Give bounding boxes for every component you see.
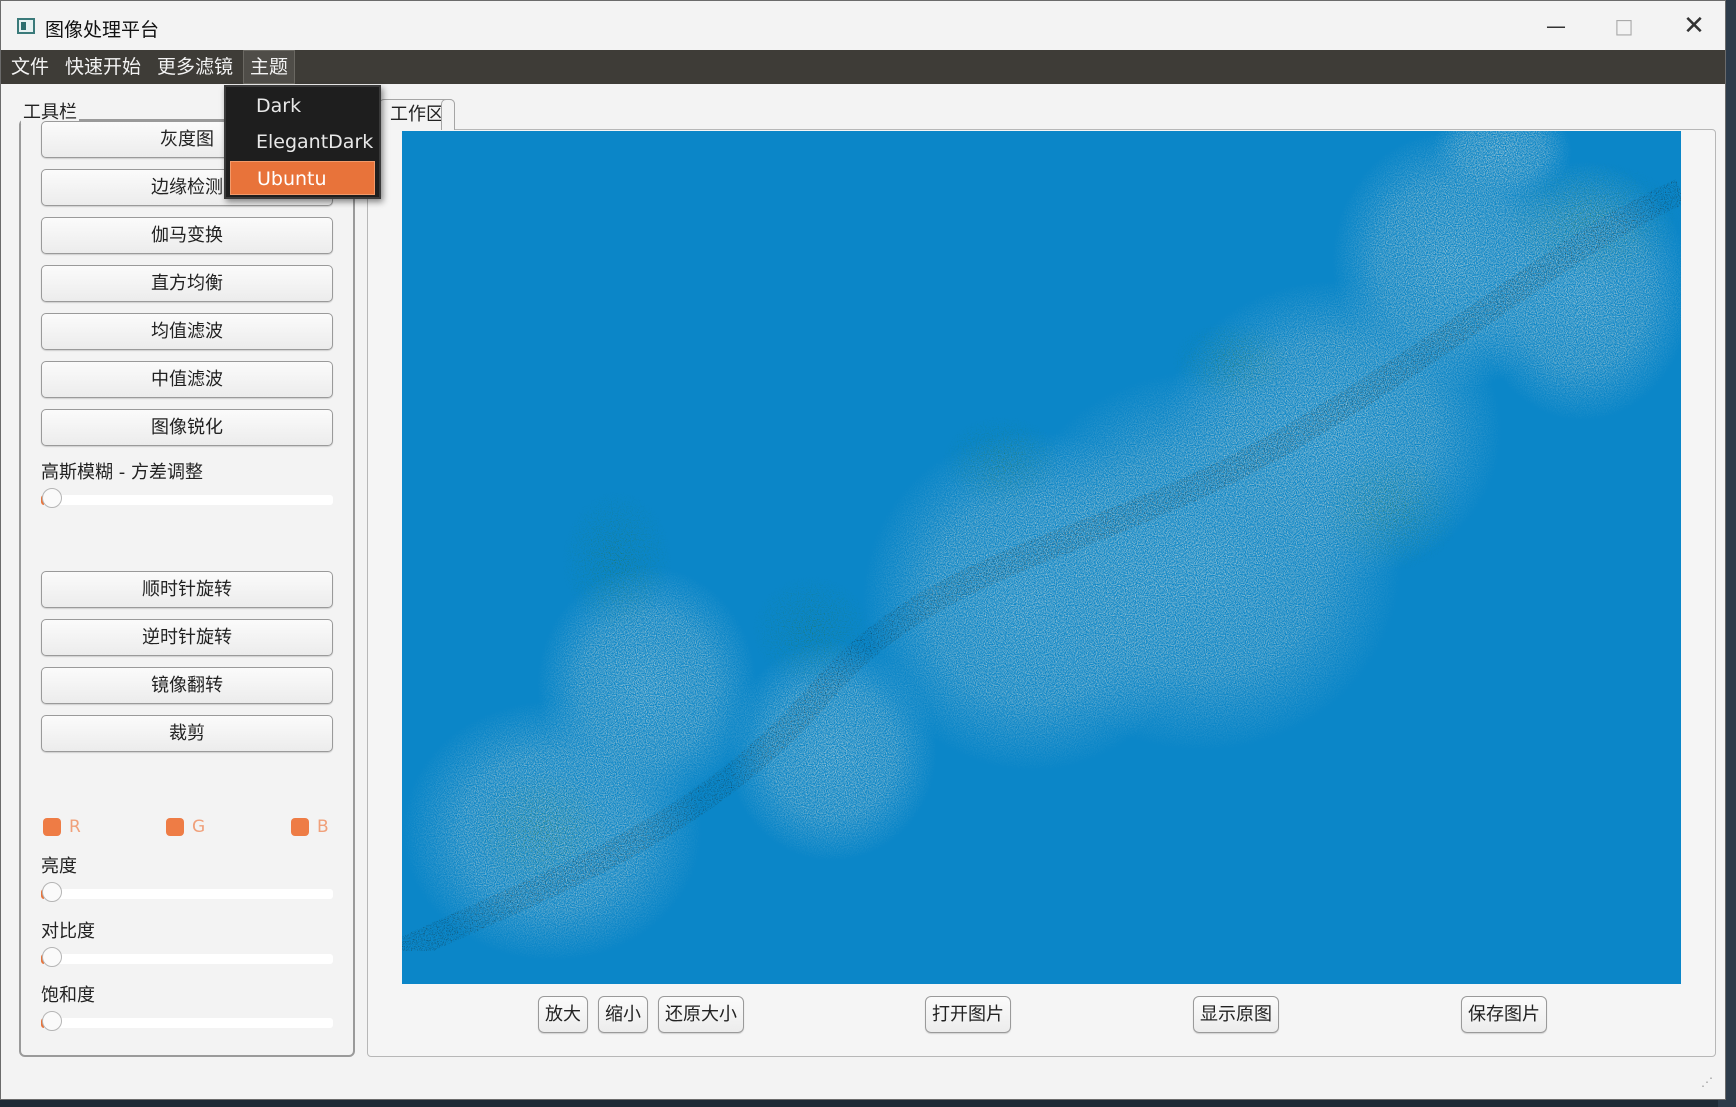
window-title: 图像处理平台: [45, 19, 160, 41]
theme-dropdown-menu: Dark ElegantDark Ubuntu: [224, 85, 381, 199]
menu-theme[interactable]: 主题: [243, 50, 296, 84]
menu-quick-start[interactable]: 快速开始: [59, 51, 147, 83]
channel-b-label: B: [317, 817, 329, 837]
sharpen-button[interactable]: 图像锐化: [41, 409, 333, 446]
mirror-flip-button[interactable]: 镜像翻转: [41, 667, 333, 704]
brightness-slider-handle[interactable]: [42, 882, 62, 902]
histogram-equalization-button[interactable]: 直方均衡: [41, 265, 333, 302]
channel-g-checkbox[interactable]: G: [166, 817, 205, 837]
saturation-label: 饱和度: [41, 985, 95, 1006]
menu-file[interactable]: 文件: [5, 51, 55, 83]
reset-size-button[interactable]: 还原大小: [658, 996, 744, 1033]
brightness-slider[interactable]: [41, 882, 333, 902]
resize-grip-icon[interactable]: ⋰: [1701, 1075, 1715, 1089]
crop-button[interactable]: 裁剪: [41, 715, 333, 752]
blossom-branch-image: [402, 131, 1681, 984]
channel-b-checkbox[interactable]: B: [291, 817, 329, 837]
title-bar: 图像处理平台 — □ ✕: [1, 1, 1725, 50]
show-original-button[interactable]: 显示原图: [1193, 996, 1279, 1033]
gamma-transform-button[interactable]: 伽马变换: [41, 217, 333, 254]
mean-filter-button[interactable]: 均值滤波: [41, 313, 333, 350]
app-icon: [17, 18, 35, 34]
image-canvas[interactable]: [402, 131, 1681, 984]
gaussian-blur-label: 高斯模糊 - 方差调整: [41, 462, 203, 483]
theme-option-ubuntu[interactable]: Ubuntu: [230, 161, 375, 195]
theme-option-elegantdark[interactable]: ElegantDark: [230, 125, 375, 159]
checkbox-b-icon: [291, 818, 309, 836]
contrast-slider[interactable]: [41, 947, 333, 967]
menu-bar: 文件 快速开始 更多滤镜 主题: [1, 50, 1725, 84]
contrast-label: 对比度: [41, 921, 95, 942]
gaussian-slider[interactable]: [41, 488, 333, 508]
contrast-slider-handle[interactable]: [42, 947, 62, 967]
minimize-icon[interactable]: —: [1531, 9, 1581, 43]
gaussian-slider-handle[interactable]: [42, 488, 62, 508]
save-image-button[interactable]: 保存图片: [1461, 996, 1547, 1033]
median-filter-button[interactable]: 中值滤波: [41, 361, 333, 398]
close-icon[interactable]: ✕: [1669, 9, 1719, 43]
maximize-icon[interactable]: □: [1599, 9, 1649, 43]
saturation-slider[interactable]: [41, 1011, 333, 1031]
main-window: 图像处理平台 — □ ✕ 文件 快速开始 更多滤镜 主题 工具栏 灰度图 边缘检…: [0, 0, 1726, 1100]
saturation-slider-handle[interactable]: [42, 1011, 62, 1031]
checkbox-g-icon: [166, 818, 184, 836]
channel-g-label: G: [192, 817, 206, 837]
rotate-clockwise-button[interactable]: 顺时针旋转: [41, 571, 333, 608]
channel-r-checkbox[interactable]: R: [43, 817, 81, 837]
brightness-label: 亮度: [41, 856, 77, 877]
theme-option-dark[interactable]: Dark: [230, 89, 375, 123]
rotate-counterclockwise-button[interactable]: 逆时针旋转: [41, 619, 333, 656]
zoom-in-button[interactable]: 放大: [538, 996, 588, 1033]
checkbox-r-icon: [43, 818, 61, 836]
zoom-out-button[interactable]: 缩小: [598, 996, 648, 1033]
menu-more-filters[interactable]: 更多滤镜: [151, 51, 239, 83]
channel-r-label: R: [69, 817, 81, 837]
open-image-button[interactable]: 打开图片: [925, 996, 1011, 1033]
tab-extra[interactable]: [441, 99, 455, 130]
